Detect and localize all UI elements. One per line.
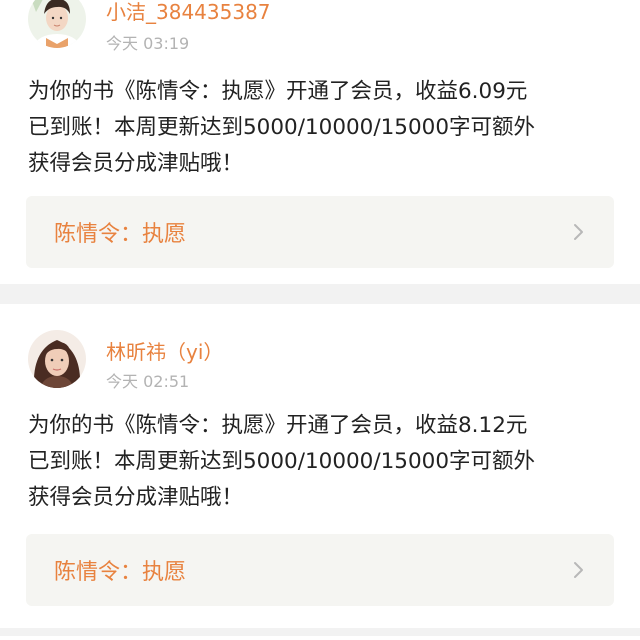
- timestamp: 今天 03:19: [106, 34, 190, 53]
- card-header: 小洁_384435387 今天 03:19: [0, 0, 640, 64]
- chevron-right-icon: [568, 222, 588, 242]
- card-header: 林昕祎（yi） 今天 02:51: [0, 304, 640, 391]
- book-link-button[interactable]: 陈情令：执愿: [26, 534, 614, 606]
- message-line: 获得会员分成津贴哦！: [28, 151, 244, 176]
- female-avatar-icon[interactable]: [28, 330, 86, 388]
- book-title: 陈情令：执愿: [54, 222, 187, 247]
- male-avatar-icon[interactable]: [28, 0, 86, 48]
- username[interactable]: 小洁_384435387: [106, 0, 271, 25]
- message-line: 为你的书《陈情令：执愿》开通了会员，收益8.12元: [28, 413, 528, 438]
- book-link-button[interactable]: 陈情令：执愿: [26, 196, 614, 268]
- notification-message: 为你的书《陈情令：执愿》开通了会员，收益8.12元 已到账！本周更新达到5000…: [28, 408, 622, 516]
- next-card-edge: [0, 636, 640, 640]
- message-line: 已到账！本周更新达到5000/10000/15000字可额外: [28, 449, 535, 474]
- chevron-right-icon: [568, 560, 588, 580]
- message-line: 已到账！本周更新达到5000/10000/15000字可额外: [28, 115, 535, 140]
- timestamp: 今天 02:51: [106, 372, 190, 391]
- message-line: 获得会员分成津贴哦！: [28, 485, 244, 510]
- message-line: 为你的书《陈情令：执愿》开通了会员，收益6.09元: [28, 79, 528, 104]
- notification-message: 为你的书《陈情令：执愿》开通了会员，收益6.09元 已到账！本周更新达到5000…: [28, 74, 622, 182]
- notification-card: 林昕祎（yi） 今天 02:51 为你的书《陈情令：执愿》开通了会员，收益8.1…: [0, 304, 640, 628]
- notification-feed: 小洁_384435387 今天 03:19 为你的书《陈情令：执愿》开通了会员，…: [0, 0, 640, 640]
- book-title: 陈情令：执愿: [54, 560, 187, 585]
- username[interactable]: 林昕祎（yi）: [106, 336, 223, 365]
- notification-card: 小洁_384435387 今天 03:19 为你的书《陈情令：执愿》开通了会员，…: [0, 0, 640, 284]
